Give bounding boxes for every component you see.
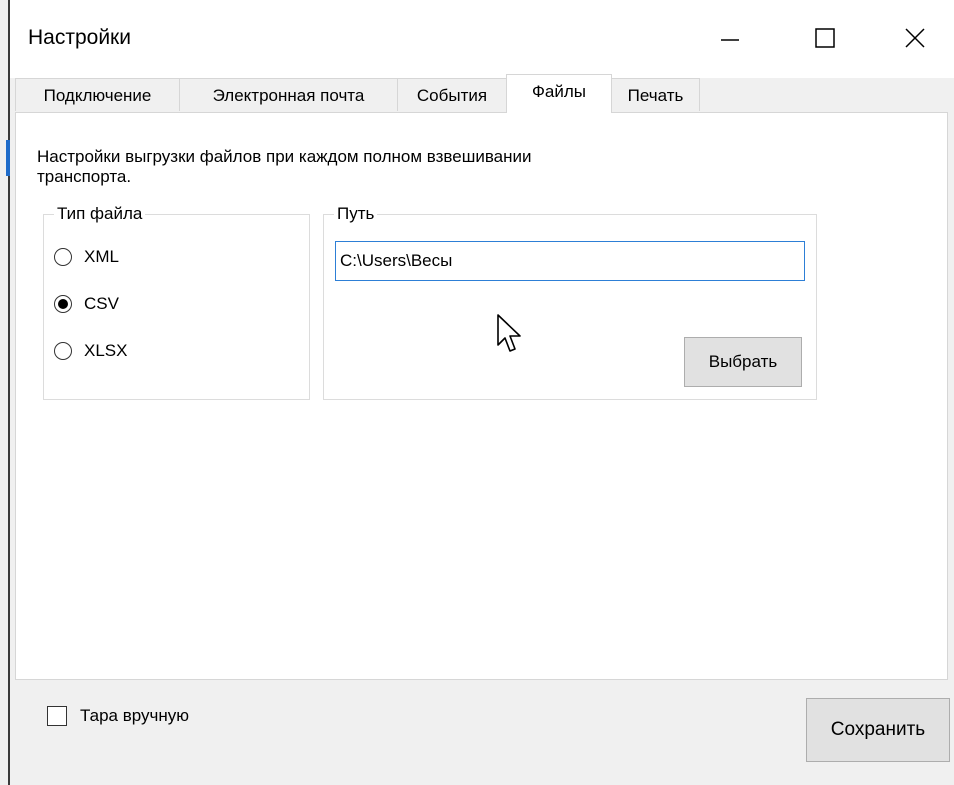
minimize-icon [721,39,739,41]
radio-selected-dot [58,299,68,309]
left-window-edge [8,0,10,785]
files-tab-panel: Настройки выгрузки файлов при каждом пол… [15,112,948,680]
file-type-legend: Тип файла [54,203,146,225]
radio-xml-label: XML [84,247,119,266]
radio-csv[interactable] [54,295,72,313]
tab-events[interactable]: События [397,78,507,111]
left-accent-bar [6,140,10,176]
manual-tare-checkbox[interactable] [47,706,67,726]
tab-files[interactable]: Файлы [506,74,612,113]
file-type-group: Тип файла XML CSV XLSX [43,203,310,400]
close-button[interactable] [885,16,945,60]
path-input[interactable] [335,241,805,281]
close-icon [905,28,925,48]
manual-tare-label: Тара вручную [80,706,189,725]
maximize-button[interactable] [795,16,855,60]
path-legend: Путь [334,203,378,225]
title-bar[interactable]: Настройки [10,0,954,78]
radio-option-xml[interactable]: XML [54,245,119,269]
radio-xml[interactable] [54,248,72,266]
radio-csv-label: CSV [84,294,119,313]
maximize-icon [815,28,835,48]
tab-print[interactable]: Печать [611,78,700,111]
files-description: Настройки выгрузки файлов при каждом пол… [37,147,532,186]
radio-option-csv[interactable]: CSV [54,292,119,316]
minimize-button[interactable] [700,16,760,60]
manual-tare-row[interactable]: Тара вручную [47,703,189,729]
choose-path-button[interactable]: Выбрать [684,337,802,387]
radio-option-xlsx[interactable]: XLSX [54,339,127,363]
path-group: Путь Выбрать [323,203,817,400]
settings-window: Настройки Подключение Электронная почта … [0,0,954,785]
tab-strip: Подключение Электронная почта События Фа… [15,74,954,113]
radio-xlsx[interactable] [54,342,72,360]
tab-email[interactable]: Электронная почта [179,78,398,111]
radio-xlsx-label: XLSX [84,341,128,360]
window-title: Настройки [28,26,131,49]
mouse-cursor-icon [497,314,521,352]
tab-connection[interactable]: Подключение [15,78,180,111]
save-button[interactable]: Сохранить [806,698,950,762]
